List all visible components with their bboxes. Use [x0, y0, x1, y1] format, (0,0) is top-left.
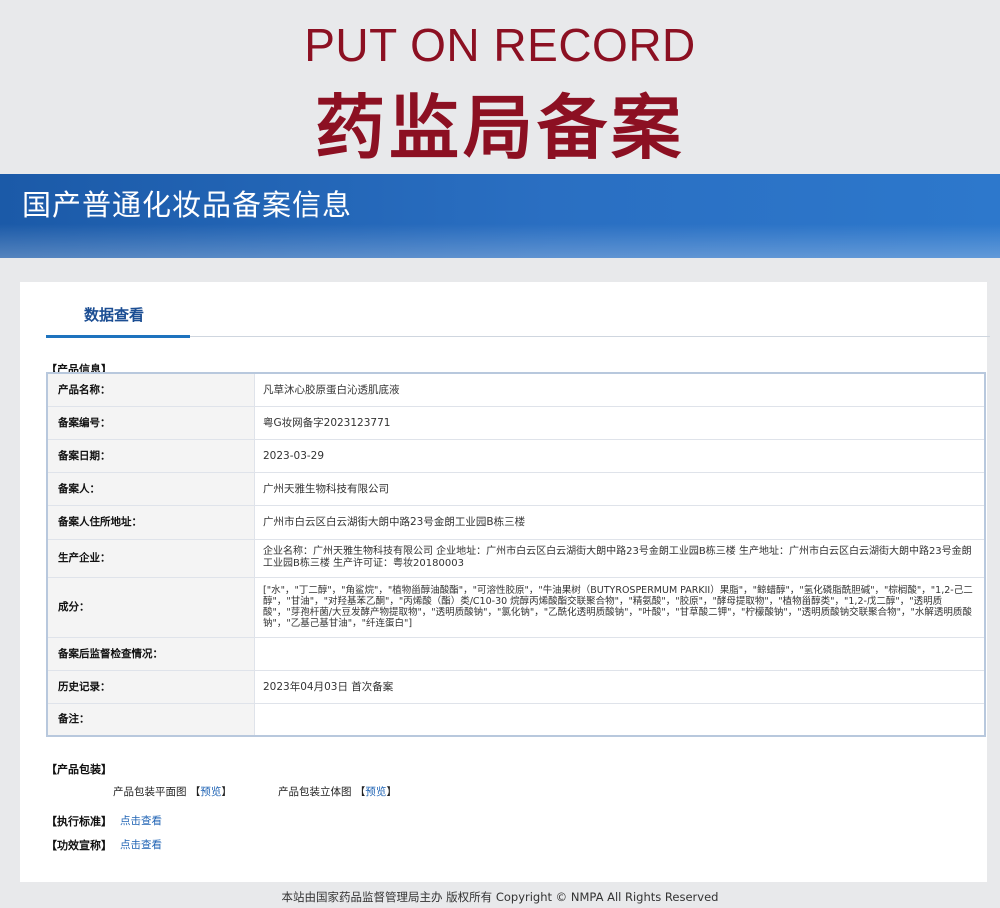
- row-label: 备案人：: [46, 471, 255, 506]
- table-row: 备案后监督检查情况：: [46, 636, 986, 671]
- section-standard: 【执行标准】: [46, 815, 112, 828]
- row-value: 广州市白云区白云湖街大朗中路23号金朗工业园B栋三楼: [254, 504, 986, 540]
- row-label: 备案后监督检查情况：: [46, 636, 255, 671]
- hero-title-cn: 药监局备案: [315, 87, 685, 169]
- section-product-packaging: 【产品包装】: [46, 763, 112, 776]
- row-value: [254, 702, 986, 737]
- tab-data-view[interactable]: 数据查看: [84, 304, 144, 325]
- table-row: 成分： ["水"，"丁二醇"，"角鲨烷"，"植物甾醇油酸酯"，"可溶性胶原"，"…: [46, 576, 986, 638]
- bracket-close: 】: [386, 786, 397, 798]
- row-value: ["水"，"丁二醇"，"角鲨烷"，"植物甾醇油酸酯"，"可溶性胶原"，"牛油果树…: [254, 576, 986, 638]
- row-label: 历史记录：: [46, 669, 255, 704]
- row-label: 备案编号：: [46, 405, 255, 440]
- row-value: 企业名称：广州天雅生物科技有限公司 企业地址：广州市白云区白云湖街大朗中路23号…: [254, 538, 986, 578]
- packaging-flat: 产品包装平面图 【预览】: [113, 784, 232, 799]
- hero-title-en: PUT ON RECORD: [304, 19, 696, 71]
- packaging-solid-label: 产品包装立体图: [278, 786, 352, 798]
- table-row: 备案人： 广州天雅生物科技有限公司: [46, 471, 986, 506]
- table-row: 历史记录： 2023年04月03日 首次备案: [46, 669, 986, 704]
- table-row: 备案编号： 粤G妆网备字2023123771: [46, 405, 986, 440]
- table-row: 备注：: [46, 702, 986, 737]
- preview-solid-link[interactable]: 预览: [365, 786, 386, 798]
- row-value: [254, 636, 986, 671]
- section-efficacy: 【功效宣称】: [46, 839, 112, 852]
- row-value: 2023年04月03日 首次备案: [254, 669, 986, 704]
- banner-title: 国产普通化妆品备案信息: [22, 188, 353, 222]
- table-row: 备案人住所地址： 广州市白云区白云湖街大朗中路23号金朗工业园B栋三楼: [46, 504, 986, 540]
- row-label: 备注：: [46, 702, 255, 737]
- efficacy-view-link[interactable]: 点击查看: [120, 837, 162, 852]
- row-value: 广州天雅生物科技有限公司: [254, 471, 986, 506]
- row-label: 成分：: [46, 576, 255, 638]
- preview-flat-link[interactable]: 预览: [200, 786, 221, 798]
- row-label: 生产企业：: [46, 538, 255, 578]
- row-value: 2023-03-29: [254, 438, 986, 473]
- bracket-open: 【: [354, 786, 366, 798]
- tab-active-indicator: [46, 335, 190, 338]
- table-row: 备案日期： 2023-03-29: [46, 438, 986, 473]
- standard-view-link[interactable]: 点击查看: [120, 813, 162, 828]
- content-panel: 数据查看 【产品信息】 产品名称： 凡草沐心胶原蛋白沁透肌底液 备案编号： 粤G…: [20, 282, 990, 882]
- packaging-flat-label: 产品包装平面图: [113, 786, 187, 798]
- page-footer: 本站由国家药品监督管理局主办 版权所有 Copyright © NMPA All…: [281, 890, 719, 904]
- product-info-table: 产品名称： 凡草沐心胶原蛋白沁透肌底液 备案编号： 粤G妆网备字20231237…: [46, 372, 986, 737]
- row-value: 凡草沐心胶原蛋白沁透肌底液: [254, 372, 986, 407]
- row-label: 产品名称：: [46, 372, 255, 407]
- hero-header: PUT ON RECORD 药监局备案: [0, 0, 1000, 174]
- table-row: 生产企业： 企业名称：广州天雅生物科技有限公司 企业地址：广州市白云区白云湖街大…: [46, 538, 986, 578]
- bracket-close: 】: [221, 786, 232, 798]
- page-banner: 国产普通化妆品备案信息: [0, 174, 1000, 258]
- table-row: 产品名称： 凡草沐心胶原蛋白沁透肌底液: [46, 372, 986, 407]
- packaging-solid: 产品包装立体图 【预览】: [278, 784, 397, 799]
- row-value: 粤G妆网备字2023123771: [254, 405, 986, 440]
- row-label: 备案人住所地址：: [46, 504, 255, 540]
- row-label: 备案日期：: [46, 438, 255, 473]
- bracket-open: 【: [189, 786, 201, 798]
